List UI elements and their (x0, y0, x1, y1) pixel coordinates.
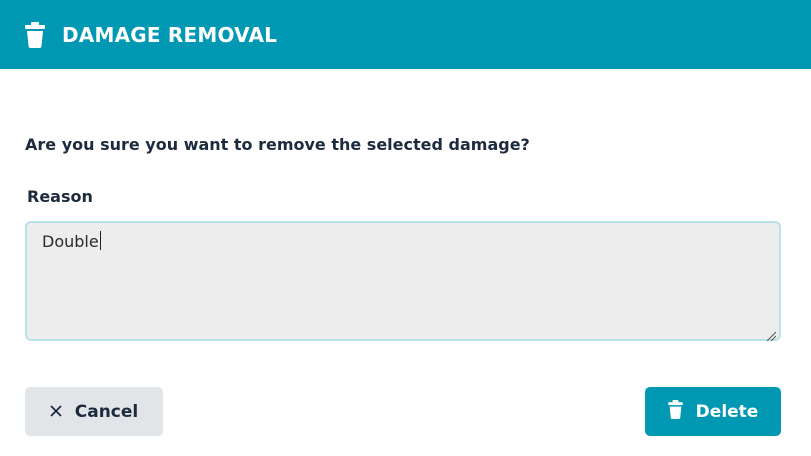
cancel-button[interactable]: Cancel (25, 387, 163, 436)
trash-icon (25, 21, 45, 48)
damage-removal-dialog: DAMAGE REMOVAL Are you sure you want to … (0, 0, 811, 456)
reason-label: Reason (27, 187, 93, 206)
reason-value: Double (42, 232, 99, 251)
reason-textarea[interactable]: Double (25, 221, 781, 342)
trash-icon (667, 399, 683, 424)
close-icon (50, 402, 62, 422)
confirmation-question: Are you sure you want to remove the sele… (25, 135, 530, 154)
resize-handle-icon[interactable] (766, 326, 777, 342)
dialog-header: DAMAGE REMOVAL (0, 0, 811, 69)
dialog-title: DAMAGE REMOVAL (62, 22, 278, 47)
text-cursor (99, 231, 101, 250)
delete-button-label: Delete (695, 401, 759, 422)
delete-button[interactable]: Delete (645, 387, 781, 436)
cancel-button-label: Cancel (74, 401, 139, 422)
